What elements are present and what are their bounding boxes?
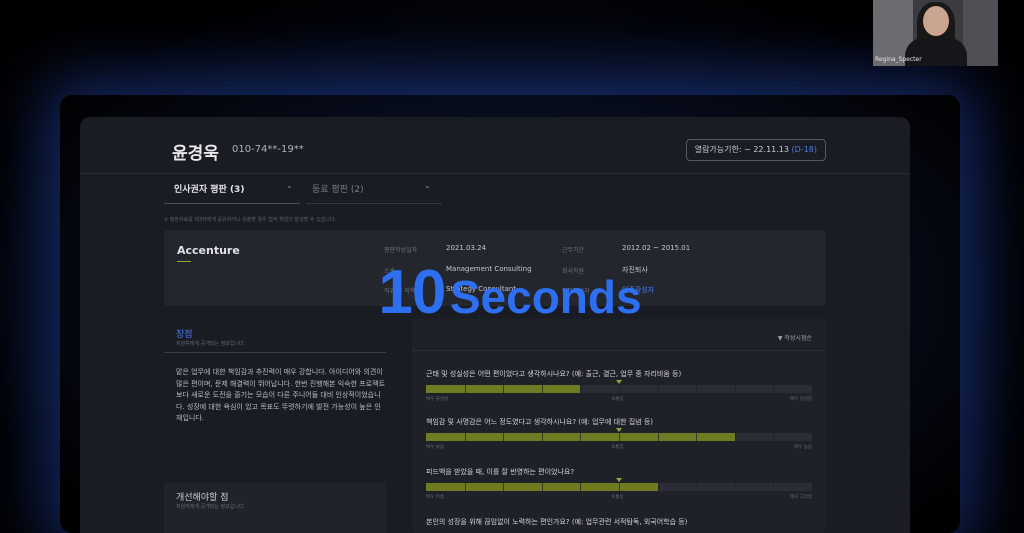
scale-label: 보통임 (611, 495, 624, 500)
tab-underline (306, 203, 442, 204)
rating-tick (580, 483, 582, 491)
divider (164, 352, 386, 353)
rating-tick (657, 385, 659, 393)
rating-tick (464, 385, 466, 393)
rating-tick (696, 433, 698, 441)
average-marker-icon (616, 428, 622, 432)
strengths-title: 장점 (176, 330, 193, 340)
rating-tick (541, 433, 543, 441)
chevron-down-icon[interactable]: ⌄ (424, 181, 431, 190)
rating-section: ▼ 작성시점순 근태 및 성실성은 어떤 편이었다고 생각하시나요? (예: 출… (412, 319, 826, 533)
rating-tick (734, 433, 736, 441)
rating-tick (696, 385, 698, 393)
average-marker-icon (616, 478, 622, 482)
rating-tick (503, 483, 505, 491)
rating-tick (503, 433, 505, 441)
field-label: 근무기간 (562, 247, 585, 254)
scale-label: 매우 그러함 (789, 495, 812, 500)
rating-tick (619, 385, 620, 393)
field-value: 2021.03.24 (446, 244, 487, 252)
sort-dropdown[interactable]: ▼ 작성시점순 (778, 333, 812, 342)
scale-label: 매우 성실함 (789, 397, 812, 402)
strengths-section: 장점 지원자에게 공개되는 정보입니다. 맡은 업무에 대한 책임감과 추진력이… (164, 319, 386, 533)
question-text: 피드백을 받았을 때, 이를 잘 반영하는 편이었나요? (426, 468, 575, 476)
improvements-section: 개선해야할 점 지원자에게 공개되는 정보입니다. (164, 482, 386, 533)
rating-tick (619, 483, 620, 491)
countdown-number: 10 (378, 258, 446, 327)
rating-tick (580, 433, 582, 441)
rating-tick (580, 385, 582, 393)
webcam-thumbnail: Regina_Specter (873, 0, 998, 66)
improvements-subtitle: 지원자에게 공개되는 정보입니다. (176, 504, 246, 510)
availability-days: (D-18) (791, 145, 817, 154)
divider (412, 350, 826, 351)
scale-label: 매우 불성실 (426, 397, 449, 402)
rating-tick (503, 385, 505, 393)
rating-tick (464, 433, 466, 441)
tab-peer-reference[interactable]: 동료 평판 (2) (312, 182, 364, 195)
scale-label: 매우 낮음 (426, 445, 444, 450)
participant-face (923, 6, 949, 36)
rating-tick (657, 433, 659, 441)
rating-tick (464, 483, 466, 491)
video-frame: 윤경욱 010-74**-19** 열람가능기한: ~ 22.11.13 (D-… (0, 0, 1024, 533)
scale-label: 보통임 (611, 445, 624, 450)
rating-bar (426, 380, 812, 393)
participant-name: Regina_Specter (875, 56, 922, 63)
candidate-name: 윤경욱 (172, 144, 219, 164)
reference-check-panel: 윤경욱 010-74**-19** 열람가능기한: ~ 22.11.13 (D-… (80, 117, 910, 533)
rating-tick (619, 433, 620, 441)
scale-label: 보통임 (611, 397, 624, 402)
chevron-down-icon[interactable]: ⌄ (286, 181, 293, 190)
scale-label: 매우 높음 (794, 445, 812, 450)
strengths-subtitle: 지원자에게 공개되는 정보입니다. (176, 341, 246, 347)
field-value: 2012.02 ~ 2015.01 (622, 244, 691, 252)
scale-label: 매우 미흡 (426, 495, 444, 500)
availability-badge: 열람가능기한: ~ 22.11.13 (D-18) (685, 139, 826, 161)
privacy-notice: ※ 평판자료를 제3자에게 공유하거나 유출할 경우 법적 책임이 발생할 수 … (164, 217, 337, 223)
company-accent-line (177, 261, 191, 262)
rating-tick (657, 483, 659, 491)
rating-bar (426, 428, 812, 441)
availability-label: 열람가능기한: ~ 22.11.13 (694, 145, 789, 154)
rating-tick (773, 385, 775, 393)
strengths-text: 맡은 업무에 대한 책임감과 추진력이 매우 강합니다. 아이디어와 의견이 많… (176, 368, 386, 422)
company-name: Accenture (177, 244, 240, 257)
rating-tick (773, 483, 775, 491)
rating-tick (541, 483, 543, 491)
rating-tick (734, 385, 736, 393)
rating-tick (541, 385, 543, 393)
rating-bar (426, 478, 812, 491)
tab-active-underline (164, 203, 300, 204)
question-text: 근태 및 성실성은 어떤 편이었다고 생각하시나요? (예: 출근, 결근, 업… (426, 370, 682, 378)
candidate-phone: 010-74**-19** (232, 144, 304, 155)
average-marker-icon (616, 380, 622, 384)
countdown-overlay: 10 Seconds (300, 262, 720, 324)
profile-header: 윤경욱 010-74**-19** 열람가능기한: ~ 22.11.13 (D-… (80, 117, 910, 173)
question-text: 본인의 성장을 위해 끊임없이 노력하는 편인가요? (예: 업무관련 서적탐독… (426, 518, 688, 526)
field-label: 평판작성일자 (384, 247, 418, 254)
rating-tick (734, 483, 736, 491)
reference-tabs: 인사권자 평판 (3) ⌄ 동료 평판 (2) ⌄ (80, 173, 910, 204)
webcam-background (963, 0, 998, 66)
countdown-word: Seconds (449, 271, 642, 323)
question-text: 책임감 및 사명감은 어느 정도였다고 생각하시나요? (예: 업무에 대한 집… (426, 418, 653, 426)
rating-tick (773, 433, 775, 441)
rating-tick (696, 483, 698, 491)
tab-manager-reference[interactable]: 인사권자 평판 (3) (174, 182, 244, 195)
improvements-title: 개선해야할 점 (176, 493, 229, 503)
